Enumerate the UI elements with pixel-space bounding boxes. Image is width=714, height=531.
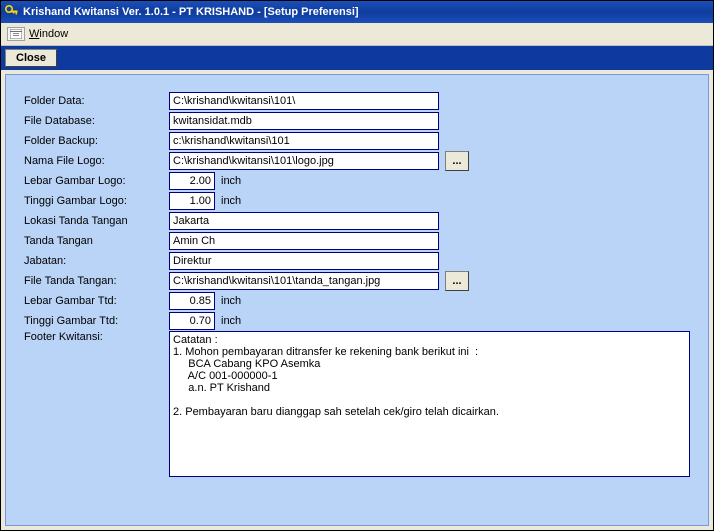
toolbar: Close	[1, 46, 713, 70]
input-tinggi-gambar-ttd[interactable]	[169, 312, 215, 330]
input-jabatan[interactable]	[169, 252, 439, 270]
label-folder-backup: Folder Backup:	[24, 135, 169, 147]
app-window: Krishand Kwitansi Ver. 1.0.1 - PT KRISHA…	[0, 0, 714, 531]
textarea-footer-kwitansi[interactable]	[169, 331, 690, 477]
input-folder-backup[interactable]	[169, 132, 439, 150]
input-lebar-gambar-ttd[interactable]	[169, 292, 215, 310]
title-text: Krishand Kwitansi Ver. 1.0.1 - PT KRISHA…	[23, 6, 359, 18]
titlebar: Krishand Kwitansi Ver. 1.0.1 - PT KRISHA…	[1, 1, 713, 23]
close-button[interactable]: Close	[5, 49, 57, 67]
label-file-tanda-tangan: File Tanda Tangan:	[24, 275, 169, 287]
input-nama-file-logo[interactable]	[169, 152, 439, 170]
input-tanda-tangan[interactable]	[169, 232, 439, 250]
label-tanda-tangan: Tanda Tangan	[24, 235, 169, 247]
browse-logo-button[interactable]: ...	[445, 151, 469, 171]
label-tinggi-gambar-logo: Tinggi Gambar Logo:	[24, 195, 169, 207]
form-panel: Folder Data: File Database: Folder Backu…	[5, 74, 709, 526]
unit-lebar-gambar-logo: inch	[221, 175, 241, 187]
label-folder-data: Folder Data:	[24, 95, 169, 107]
menubar: Window	[1, 23, 713, 46]
app-icon	[5, 5, 19, 19]
label-file-database: File Database:	[24, 115, 169, 127]
input-lebar-gambar-logo[interactable]	[169, 172, 215, 190]
input-folder-data[interactable]	[169, 92, 439, 110]
input-file-database[interactable]	[169, 112, 439, 130]
label-lebar-gambar-logo: Lebar Gambar Logo:	[24, 175, 169, 187]
label-tinggi-gambar-ttd: Tinggi Gambar Ttd:	[24, 315, 169, 327]
unit-tinggi-gambar-logo: inch	[221, 195, 241, 207]
unit-tinggi-gambar-ttd: inch	[221, 315, 241, 327]
label-footer-kwitansi: Footer Kwitansi:	[24, 331, 169, 343]
unit-lebar-gambar-ttd: inch	[221, 295, 241, 307]
label-lebar-gambar-ttd: Lebar Gambar Ttd:	[24, 295, 169, 307]
input-tinggi-gambar-logo[interactable]	[169, 192, 215, 210]
label-lokasi-tanda-tangan: Lokasi Tanda Tangan	[24, 215, 169, 227]
label-nama-file-logo: Nama File Logo:	[24, 155, 169, 167]
menu-window[interactable]: Window	[29, 28, 68, 40]
label-jabatan: Jabatan:	[24, 255, 169, 267]
input-lokasi-tanda-tangan[interactable]	[169, 212, 439, 230]
mdi-window-icon	[7, 27, 25, 41]
input-file-tanda-tangan[interactable]	[169, 272, 439, 290]
browse-ttd-button[interactable]: ...	[445, 271, 469, 291]
